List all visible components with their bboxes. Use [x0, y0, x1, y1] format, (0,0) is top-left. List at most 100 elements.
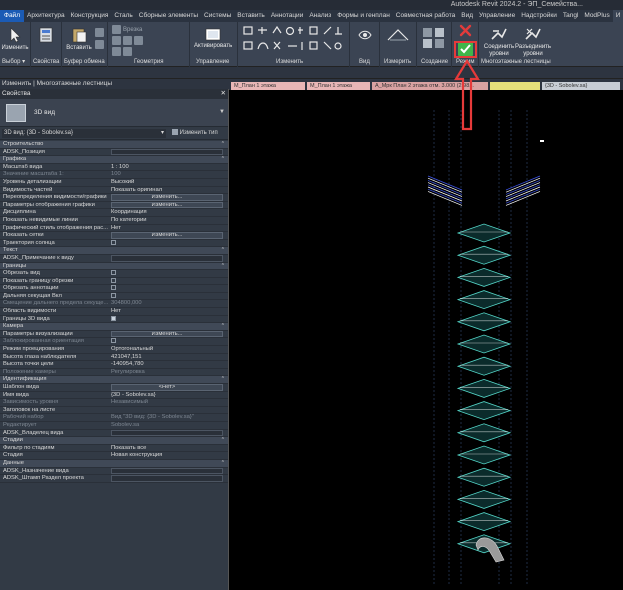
- ribbon-tab[interactable]: Сталь: [111, 10, 135, 22]
- checkbox[interactable]: [111, 338, 116, 344]
- properties-button[interactable]: [31, 24, 61, 56]
- ribbon-tab[interactable]: Системы: [201, 10, 234, 22]
- ribbon-tab[interactable]: Аннотации: [268, 10, 307, 22]
- property-category[interactable]: Данные ⌃: [0, 459, 229, 468]
- join-levels-button[interactable]: Соединить уровни: [483, 24, 515, 57]
- property-edit-button[interactable]: <Нет>: [111, 384, 223, 391]
- property-checkbox-cell[interactable]: [111, 239, 223, 248]
- property-value[interactable]: [111, 475, 223, 482]
- property-category[interactable]: Границы ⌃: [0, 262, 229, 271]
- ribbon-tab[interactable]: Tangl: [560, 10, 582, 22]
- collapse-icon[interactable]: ⌃: [221, 141, 225, 149]
- close-icon[interactable]: ✕: [221, 89, 226, 99]
- property-checkbox-cell[interactable]: [111, 338, 223, 346]
- ribbon-tab[interactable]: Вставить: [234, 10, 268, 22]
- property-value[interactable]: [111, 254, 223, 262]
- select-group-label[interactable]: Выбор ▾: [2, 58, 25, 65]
- property-edit-button[interactable]: Изменить...: [111, 232, 223, 239]
- property-checkbox-cell[interactable]: [111, 292, 223, 301]
- checkbox[interactable]: [111, 292, 116, 298]
- hide-element-icon[interactable]: [358, 28, 372, 42]
- 3d-viewport[interactable]: [229, 90, 623, 590]
- property-category[interactable]: Графика ⌃: [0, 156, 229, 164]
- cancel-edit-mode-icon[interactable]: [459, 24, 472, 37]
- property-category[interactable]: Идентификация ⌃: [0, 376, 229, 384]
- wall-join-icon[interactable]: [112, 47, 121, 56]
- property-edit-button[interactable]: Изменить...: [111, 330, 223, 338]
- property-value[interactable]: 1 : 100: [111, 164, 223, 172]
- paint-icon[interactable]: [123, 36, 132, 45]
- ribbon-tab[interactable]: Совместная работа: [393, 10, 458, 22]
- cut-icon[interactable]: [95, 28, 104, 37]
- cut-tool-row[interactable]: Врезка: [112, 25, 142, 34]
- property-value[interactable]: Ортогональный: [111, 346, 223, 354]
- demolish-icon[interactable]: [123, 47, 132, 56]
- checkbox[interactable]: [111, 277, 116, 283]
- unjoin-levels-button[interactable]: Разъединить уровни: [515, 24, 551, 57]
- ribbon-tab[interactable]: Сборные элементы: [136, 10, 201, 22]
- property-value[interactable]: Высокий: [111, 179, 223, 187]
- property-checkbox-cell[interactable]: [111, 277, 223, 286]
- split-face-icon[interactable]: [134, 36, 143, 45]
- property-value[interactable]: Новая конструкция: [111, 452, 223, 460]
- property-checkbox-cell[interactable]: [111, 315, 223, 324]
- collapse-icon[interactable]: ⌃: [221, 156, 225, 164]
- property-value[interactable]: Показать все: [111, 445, 223, 453]
- property-edit-button[interactable]: Изменить...: [111, 194, 223, 201]
- property-category[interactable]: Стадии ⌃: [0, 437, 229, 445]
- type-selector[interactable]: 3D вид ▼: [0, 99, 229, 127]
- ribbon-tab[interactable]: Архитектура: [24, 10, 68, 22]
- property-value[interactable]: Нет: [111, 308, 223, 316]
- create-tools-icon[interactable]: [421, 26, 447, 50]
- checkbox[interactable]: [111, 239, 116, 245]
- property-checkbox-cell[interactable]: [111, 270, 223, 278]
- ribbon-tab[interactable]: Анализ: [306, 10, 334, 22]
- property-row: Значение масштаба 1: 100: [0, 171, 229, 179]
- paste-button[interactable]: Вставить: [64, 24, 94, 56]
- property-category[interactable]: Камера ⌃: [0, 323, 229, 331]
- view-tab[interactable]: М_План 1 этажа: [307, 82, 370, 90]
- property-checkbox-cell[interactable]: [111, 285, 223, 293]
- copy-icon[interactable]: [95, 40, 104, 49]
- ribbon-tab[interactable]: Конструкция: [68, 10, 112, 22]
- property-value[interactable]: [111, 467, 223, 475]
- chevron-down-icon[interactable]: ▼: [219, 109, 225, 115]
- ribbon-tab[interactable]: И: [612, 10, 623, 22]
- collapse-icon[interactable]: ⌃: [221, 247, 225, 255]
- property-value[interactable]: [111, 148, 223, 156]
- checkbox[interactable]: [111, 285, 116, 291]
- checkbox[interactable]: [111, 270, 116, 276]
- measure-icon[interactable]: [386, 28, 410, 42]
- edit-type-button[interactable]: Изменить тип: [172, 129, 218, 138]
- modify-button[interactable]: Изменить: [0, 24, 30, 56]
- view-tab[interactable]: М_План 1 этажа: [231, 82, 305, 90]
- property-value[interactable]: По категории: [111, 217, 223, 225]
- property-value[interactable]: [111, 429, 223, 437]
- join-geometry-icon[interactable]: [112, 36, 121, 45]
- collapse-icon[interactable]: ⌃: [221, 323, 225, 331]
- collapse-icon[interactable]: ⌃: [221, 437, 225, 445]
- ribbon-tab[interactable]: ModPlus: [581, 10, 612, 22]
- activate-button[interactable]: [198, 24, 228, 56]
- property-value[interactable]: Координация: [111, 209, 223, 217]
- property-value[interactable]: -140954,780: [111, 361, 223, 369]
- checkbox[interactable]: [111, 315, 116, 321]
- property-edit-button[interactable]: Изменить...: [111, 201, 223, 209]
- property-value[interactable]: Показать оригинал: [111, 187, 223, 195]
- property-value[interactable]: {3D - Sobolev.sa}: [111, 392, 223, 400]
- property-category[interactable]: Строительство ⌃: [0, 141, 229, 149]
- property-value[interactable]: Нет: [111, 225, 223, 233]
- ribbon-tab[interactable]: Формы и генплан: [334, 10, 393, 22]
- ribbon-tab[interactable]: Управление: [476, 10, 518, 22]
- instance-filter-dropdown[interactable]: 3D вид: {3D - Sobolev.sa} ▾: [2, 129, 166, 138]
- collapse-icon[interactable]: ⌃: [221, 376, 225, 384]
- property-value[interactable]: 421047,151: [111, 354, 223, 362]
- collapse-icon[interactable]: ⌃: [221, 263, 225, 271]
- ribbon-tab[interactable]: Файл: [0, 10, 24, 22]
- property-category[interactable]: Текст ⌃: [0, 247, 229, 255]
- ribbon-tab[interactable]: Вид: [458, 10, 476, 22]
- collapse-icon[interactable]: ⌃: [221, 460, 225, 468]
- ribbon-tab[interactable]: Надстройки: [518, 10, 560, 22]
- view-tab[interactable]: [490, 82, 540, 90]
- view-tab[interactable]: {3D - Sobolev.sa}: [542, 82, 620, 90]
